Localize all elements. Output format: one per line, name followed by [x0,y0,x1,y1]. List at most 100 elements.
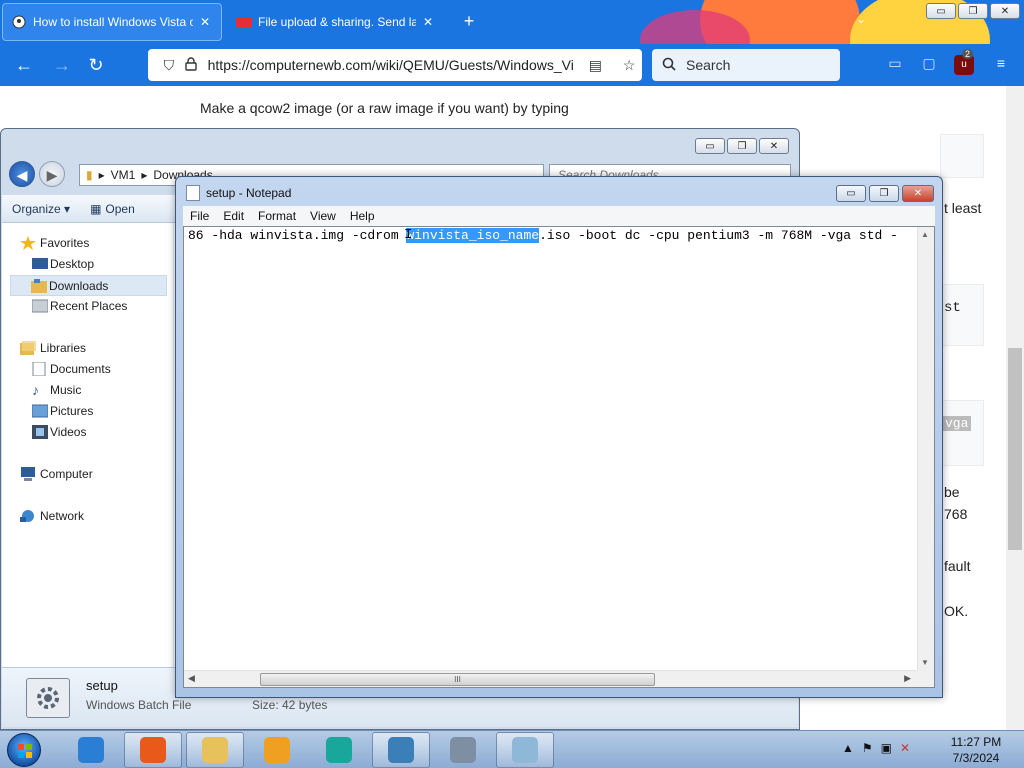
pictures-icon [31,404,49,418]
browser-tab-bar: How to install Windows Vista o ✕ File up… [0,0,1024,44]
clock[interactable]: 11:27 PM 7/3/2024 [946,734,1006,766]
search-input[interactable]: Search [652,49,840,81]
notepad-maximize-button[interactable]: ❐ [869,185,899,202]
breadcrumb-separator: ▸ [98,168,105,182]
network-icon [20,509,36,523]
tab-how-to-install-vista[interactable]: How to install Windows Vista o ✕ [2,3,222,41]
bookmark-star-icon[interactable]: ☆ [616,57,642,74]
notepad-text-area[interactable]: 86 -hda winvista.img -cdrom winvista_iso… [183,226,935,688]
shield-icon[interactable]: ⛉ [158,57,180,74]
breadcrumb-vm1[interactable]: VM1 [111,168,136,182]
clock-time: 11:27 PM [950,735,1002,749]
taskbar-app-button[interactable] [186,732,244,768]
breadcrumb-separator: ▸ [141,168,148,182]
start-button[interactable] [4,731,44,768]
taskbar-app-button[interactable] [372,732,430,768]
back-arrow-icon[interactable]: ← [12,53,36,77]
lock-icon[interactable] [180,56,202,74]
open-icon: ▦ [90,201,102,216]
container-icon[interactable]: ▭ [884,55,906,75]
sidebar-item-computer[interactable]: Computer [2,464,173,485]
forward-arrow-icon[interactable]: → [50,53,74,77]
url-bar[interactable]: ⛉ https://computernewb.com/wiki/QEMU/Gue… [148,49,642,81]
browser-restore-button[interactable]: ❐ [958,3,988,19]
scroll-right-icon[interactable]: ▶ [904,673,911,684]
horizontal-scroll-thumb[interactable]: III [260,673,655,686]
reader-view-icon[interactable]: ▤ [582,57,608,74]
menu-file[interactable]: File [183,209,216,223]
extensions-icon[interactable]: ▢ [918,55,940,75]
taskbar-app-button[interactable] [62,732,120,768]
notepad-window: setup - Notepad ▭ ❐ ✕ File Edit Format V… [175,176,943,698]
sidebar-label: Libraries [40,341,87,355]
page-scrollbar[interactable] [1006,86,1024,730]
open-button[interactable]: ▦ Open [80,196,145,222]
sidebar-item-desktop[interactable]: Desktop [2,254,173,275]
notepad-horizontal-scrollbar[interactable]: ◀ III ▶ [184,670,917,687]
selected-file-size: Size: 42 bytes [252,698,328,712]
notepad-title-bar[interactable]: setup - Notepad [186,185,291,201]
menu-edit[interactable]: Edit [216,209,251,223]
back-arrow-icon[interactable]: ◀ [9,161,35,187]
sidebar-item-network[interactable]: Network [2,506,173,527]
sidebar-item-videos[interactable]: Videos [2,422,173,443]
notepad-menu-bar: File Edit Format View Help [183,206,935,226]
organize-button[interactable]: Organize ▾ [2,196,80,222]
show-hidden-icons-icon[interactable]: ▲ [842,741,854,755]
browser-close-button[interactable]: ✕ [990,3,1020,19]
sidebar-item-music[interactable]: ♪ Music [2,380,173,401]
taskbar-app-button[interactable] [434,732,492,768]
sidebar-item-documents[interactable]: Documents [2,359,173,380]
system-tray: ▲ ⚑ ▣ ✕ [842,741,910,755]
text-line[interactable]: 86 -hda winvista.img -cdrom winvista_iso… [188,228,898,243]
i-beam-cursor-icon: I [404,227,413,243]
sidebar-item-pictures[interactable]: Pictures [2,401,173,422]
sidebar-item-downloads[interactable]: Downloads [10,275,167,296]
new-tab-button[interactable]: + [458,10,480,32]
sidebar-label: Recent Places [50,299,128,313]
sidebar-item-favorites[interactable]: Favorites [2,233,173,254]
taskbar-app-button[interactable] [496,732,554,768]
menu-icon[interactable]: ≡ [990,55,1012,75]
recent-places-icon [31,299,49,313]
explorer-close-button[interactable]: ✕ [759,138,789,154]
volume-muted-icon[interactable]: ✕ [900,741,910,755]
text-before-selection: 86 -hda winvista.img -cdrom [188,228,407,243]
notepad-vertical-scrollbar[interactable]: ▲ ▼ [917,227,934,670]
page-text-fragment: t least [944,200,982,216]
sidebar-label: Computer [40,467,93,481]
computer-icon [20,467,36,481]
search-placeholder: Search [686,57,731,73]
taskbar-app-button[interactable] [124,732,182,768]
action-center-flag-icon[interactable]: ⚑ [862,741,873,755]
page-scrollbar-thumb[interactable] [1008,348,1022,550]
network-status-icon[interactable]: ▣ [881,741,892,755]
list-tabs-icon[interactable]: ⌄ [856,12,866,26]
close-tab-icon[interactable]: ✕ [420,15,436,29]
url-text[interactable]: https://computernewb.com/wiki/QEMU/Guest… [208,57,575,73]
tab-file-upload[interactable]: File upload & sharing. Send larg ✕ [228,3,444,41]
explorer-minimize-button[interactable]: ▭ [695,138,725,154]
explorer-maximize-button[interactable]: ❐ [727,138,757,154]
browser-minimize-button[interactable]: ▭ [926,3,956,19]
sidebar-label: Music [50,383,82,397]
menu-format[interactable]: Format [251,209,303,223]
close-tab-icon[interactable]: ✕ [197,15,213,29]
sidebar-label: Network [40,509,85,523]
taskbar-app-button[interactable] [310,732,368,768]
notepad-close-button[interactable]: ✕ [902,185,934,202]
scroll-left-icon[interactable]: ◀ [188,673,195,684]
teal-app-icon [326,737,352,763]
scroll-up-icon[interactable]: ▲ [921,230,929,239]
notepad-minimize-button[interactable]: ▭ [836,185,866,202]
scroll-down-icon[interactable]: ▼ [921,658,929,667]
sidebar-item-libraries[interactable]: Libraries [2,338,173,359]
reload-icon[interactable]: ↻ [84,53,108,77]
taskbar-app-button[interactable] [248,732,306,768]
menu-help[interactable]: Help [343,209,382,223]
taskbar: ▲ ⚑ ▣ ✕ 11:27 PM 7/3/2024 [0,730,1024,768]
forward-arrow-icon[interactable]: ▶ [39,161,65,187]
sidebar-item-recent-places[interactable]: Recent Places [2,296,173,317]
sidebar-label: Videos [50,425,87,439]
menu-view[interactable]: View [303,209,343,223]
